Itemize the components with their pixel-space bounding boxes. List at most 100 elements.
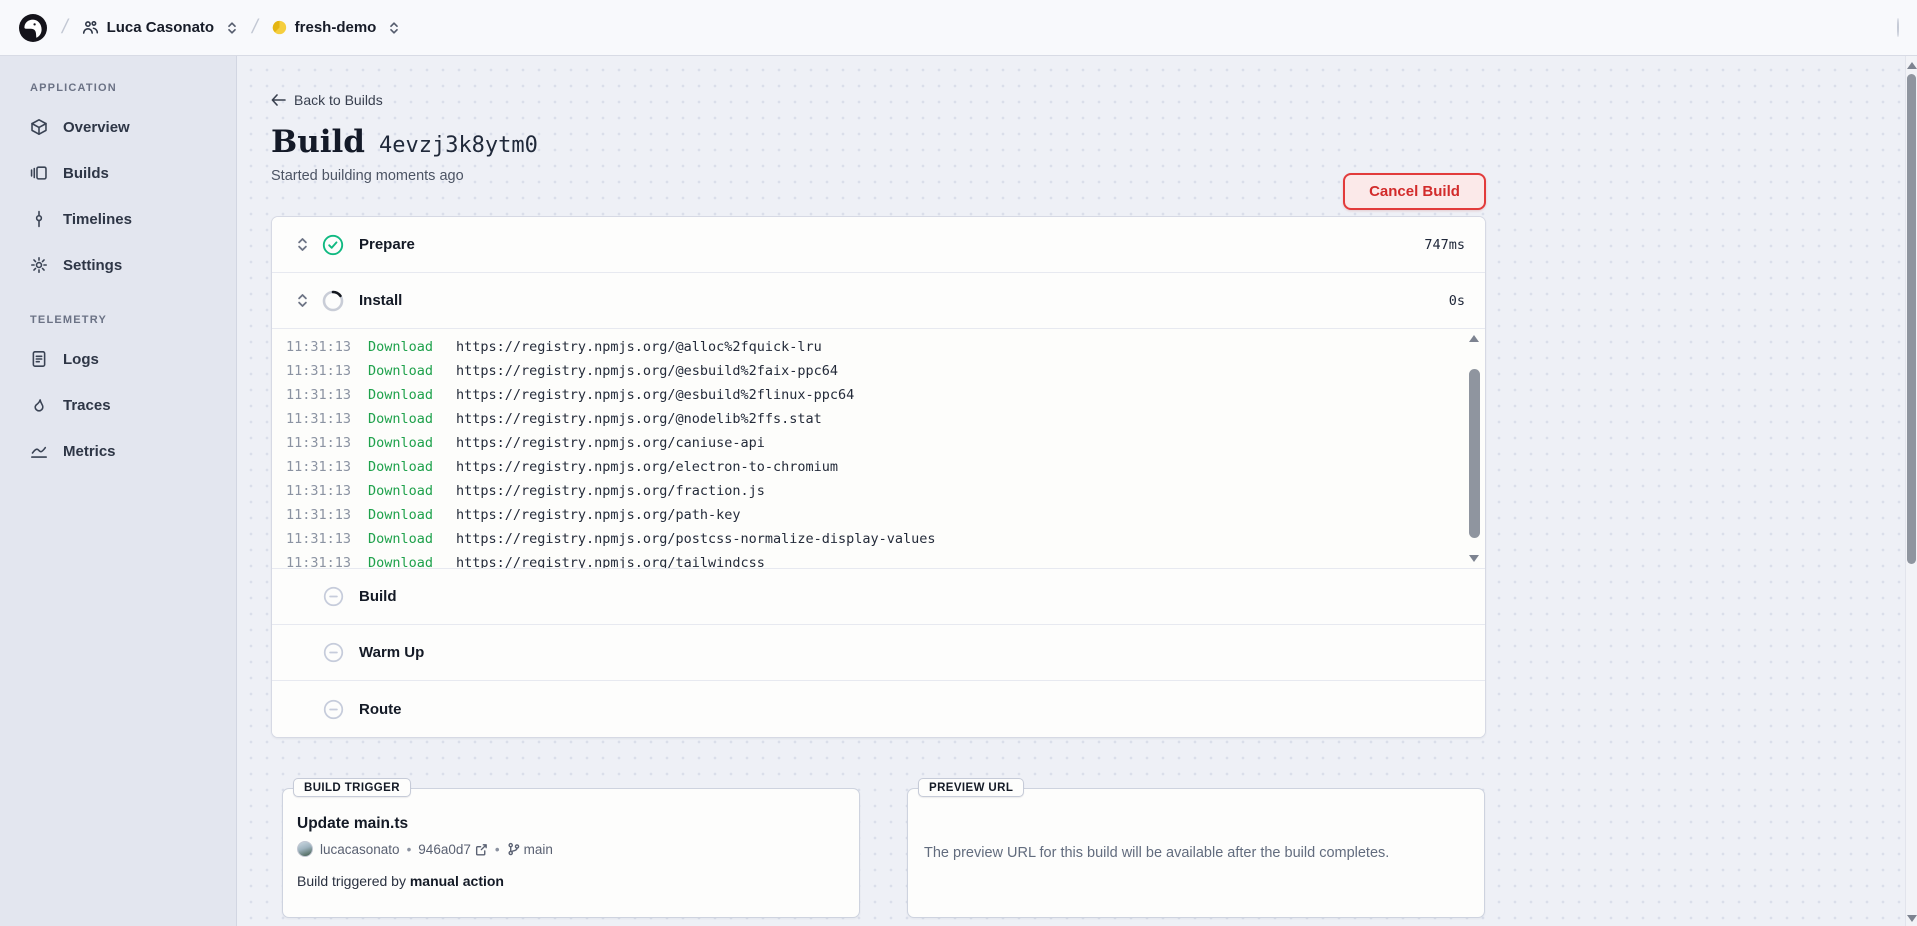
sidebar-item-label: Settings [63, 257, 122, 274]
log-scrollbar-thumb[interactable] [1469, 369, 1480, 538]
gear-icon [30, 256, 48, 274]
log-line: 11:31:13Downloadhttps://registry.npmjs.o… [286, 527, 1485, 551]
log-url: https://registry.npmjs.org/caniuse-api [456, 435, 765, 451]
back-link-label: Back to Builds [294, 92, 383, 108]
install-log-output[interactable]: 11:31:13Downloadhttps://registry.npmjs.o… [272, 329, 1485, 569]
step-label: Install [359, 292, 402, 309]
back-to-builds-link[interactable]: Back to Builds [271, 92, 383, 108]
breadcrumb-project[interactable]: fresh-demo [272, 19, 401, 36]
sidebar-item-builds[interactable]: Builds [30, 150, 236, 196]
pending-circle-icon [322, 642, 344, 664]
sidebar-item-logs[interactable]: Logs [30, 336, 236, 382]
breadcrumb-separator: / [250, 16, 260, 39]
external-link-icon [475, 843, 488, 856]
log-url: https://registry.npmjs.org/fraction.js [456, 483, 765, 499]
sidebar-item-label: Traces [63, 397, 111, 414]
step-row-warm-up[interactable]: Warm Up [272, 625, 1485, 681]
info-cards: BUILD TRIGGER Update main.ts lucacasonat… [282, 788, 1486, 918]
log-line: 11:31:13Downloadhttps://registry.npmjs.o… [286, 407, 1485, 431]
log-url: https://registry.npmjs.org/@alloc%2fquic… [456, 339, 822, 355]
chevron-updown-icon [226, 21, 238, 35]
build-trigger-card: BUILD TRIGGER Update main.ts lucacasonat… [282, 788, 860, 918]
breadcrumb-org[interactable]: Luca Casonato [82, 19, 239, 36]
sidebar-item-label: Metrics [63, 443, 116, 460]
user-avatar[interactable] [1897, 18, 1899, 37]
commit-link[interactable]: 946a0d7 [418, 842, 488, 857]
spinner-icon [322, 290, 344, 312]
expand-collapse-icon[interactable] [294, 236, 310, 253]
log-line: 11:31:13Downloadhttps://registry.npmjs.o… [286, 479, 1485, 503]
preview-url-message: The preview URL for this build will be a… [908, 789, 1484, 861]
step-row-install[interactable]: Install 0s [272, 273, 1485, 329]
log-action: Download [368, 363, 456, 379]
chevron-updown-icon [388, 21, 400, 35]
log-line: 11:31:13Downloadhttps://registry.npmjs.o… [286, 503, 1485, 527]
step-label: Prepare [359, 236, 415, 253]
log-line: 11:31:13Downloadhttps://registry.npmjs.o… [286, 383, 1485, 407]
top-navbar: / Luca Casonato / fresh-demo [0, 0, 1917, 56]
document-icon [30, 350, 48, 368]
step-duration: 0s [1449, 293, 1465, 309]
step-label: Route [359, 701, 402, 718]
page-scrollbar-thumb[interactable] [1907, 74, 1916, 564]
build-id: 4evzj3k8ytm0 [379, 133, 538, 158]
sidebar-item-metrics[interactable]: Metrics [30, 428, 236, 474]
sidebar-item-label: Builds [63, 165, 109, 182]
build-trigger-chip: BUILD TRIGGER [293, 778, 411, 797]
log-action: Download [368, 507, 456, 523]
step-label: Warm Up [359, 644, 424, 661]
step-row-build[interactable]: Build [272, 569, 1485, 625]
back-arrow-icon [271, 94, 286, 106]
log-timestamp: 11:31:13 [286, 507, 368, 523]
page-title: Build 4evzj3k8ytm0 [271, 124, 1486, 160]
timeline-icon [30, 210, 48, 228]
sidebar-item-timelines[interactable]: Timelines [30, 196, 236, 242]
trigger-footer-bold: manual action [410, 873, 504, 889]
sidebar-section-title: TELEMETRY [30, 314, 236, 326]
expand-collapse-icon[interactable] [294, 292, 310, 309]
step-duration: 747ms [1424, 237, 1465, 253]
page-title-text: Build [271, 124, 365, 160]
sidebar-item-traces[interactable]: Traces [30, 382, 236, 428]
log-action: Download [368, 531, 456, 547]
log-timestamp: 11:31:13 [286, 363, 368, 379]
step-row-prepare[interactable]: Prepare 747ms [272, 217, 1485, 273]
sidebar-item-label: Logs [63, 351, 99, 368]
flame-icon [30, 396, 48, 414]
commit-hash: 946a0d7 [418, 842, 471, 857]
sidebar-item-label: Overview [63, 119, 130, 136]
log-timestamp: 11:31:13 [286, 483, 368, 499]
project-icon [272, 20, 287, 35]
log-line: 11:31:13Downloadhttps://registry.npmjs.o… [286, 335, 1485, 359]
cancel-build-button[interactable]: Cancel Build [1343, 173, 1486, 210]
log-action: Download [368, 411, 456, 427]
main-content: Back to Builds Build 4evzj3k8ytm0 Starte… [237, 56, 1905, 926]
log-line: 11:31:13Downloadhttps://registry.npmjs.o… [286, 431, 1485, 455]
branch-link[interactable]: main [507, 842, 553, 857]
log-timestamp: 11:31:13 [286, 531, 368, 547]
log-scrollbar[interactable] [1468, 333, 1481, 564]
deno-logo-icon[interactable] [18, 13, 48, 43]
log-timestamp: 11:31:13 [286, 411, 368, 427]
sidebar-item-settings[interactable]: Settings [30, 242, 236, 288]
log-line: 11:31:13Downloadhttps://registry.npmjs.o… [286, 551, 1485, 569]
page-scrollbar[interactable] [1905, 56, 1917, 926]
chart-icon [30, 442, 48, 460]
pending-circle-icon [322, 698, 344, 720]
scroll-down-arrow-icon[interactable] [1469, 555, 1479, 562]
sidebar-item-overview[interactable]: Overview [30, 104, 236, 150]
log-action: Download [368, 435, 456, 451]
sidebar-nav: APPLICATIONOverviewBuildsTimelinesSettin… [0, 56, 237, 926]
log-line: 11:31:13Downloadhttps://registry.npmjs.o… [286, 455, 1485, 479]
check-circle-icon [322, 234, 344, 256]
log-url: https://registry.npmjs.org/@esbuild%2fai… [456, 363, 838, 379]
log-action: Download [368, 483, 456, 499]
scroll-down-arrow-icon[interactable] [1907, 915, 1917, 922]
pending-circle-icon [322, 586, 344, 608]
meta-separator: • [407, 842, 412, 857]
step-row-route[interactable]: Route [272, 681, 1485, 737]
scroll-up-arrow-icon[interactable] [1907, 62, 1917, 69]
log-url: https://registry.npmjs.org/path-key [456, 507, 740, 523]
scroll-up-arrow-icon[interactable] [1469, 335, 1479, 342]
log-url: https://registry.npmjs.org/@nodelib%2ffs… [456, 411, 822, 427]
